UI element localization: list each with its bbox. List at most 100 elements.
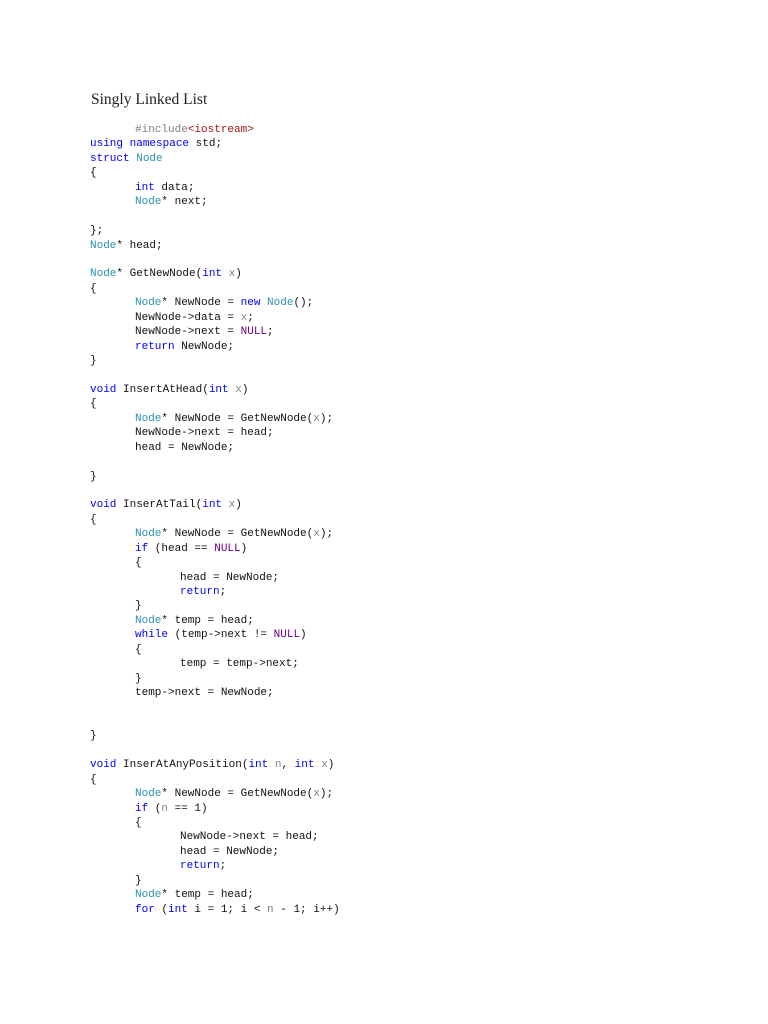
- code-token: * next;: [161, 196, 208, 209]
- code-token: int: [248, 759, 269, 772]
- code-token: {: [135, 643, 142, 656]
- code-token: NewNode->next = head;: [135, 427, 274, 440]
- code-line: {: [90, 643, 340, 657]
- code-token: * NewNode =: [161, 297, 241, 310]
- code-line: NewNode->next = head;: [90, 426, 340, 440]
- code-token: head = NewNode;: [180, 571, 280, 584]
- code-line: Node* NewNode = new Node();: [90, 296, 340, 310]
- code-token: int: [202, 268, 223, 281]
- code-token: x: [321, 759, 328, 772]
- code-token: int: [294, 759, 315, 772]
- code-token: #include: [135, 124, 188, 136]
- code-token: }: [90, 355, 97, 367]
- code-line: if (n == 1): [90, 802, 340, 816]
- code-token: );: [319, 528, 334, 541]
- code-token: x: [313, 528, 320, 541]
- code-token: );: [319, 412, 334, 425]
- code-token: while: [135, 629, 169, 642]
- code-token: ): [300, 629, 307, 642]
- code-line: Node* temp = head;: [90, 614, 340, 628]
- code-token: ): [235, 268, 242, 281]
- code-line: void InserAtAnyPosition(int n, int x): [90, 758, 340, 772]
- code-token: x: [313, 788, 320, 801]
- code-token: InserAtAnyPosition(: [116, 759, 249, 772]
- code-token: {: [90, 513, 97, 526]
- code-token: if: [135, 802, 149, 815]
- code-token: temp = temp->next;: [180, 658, 299, 671]
- code-token: return: [180, 586, 220, 598]
- code-token: Node: [90, 268, 117, 281]
- code-token: ;: [267, 326, 274, 339]
- code-block: #include<iostream> using namespace std; st…: [90, 123, 340, 917]
- code-token: }: [135, 672, 142, 685]
- code-line: void InserAtTail(int x): [90, 498, 340, 512]
- code-token: ();: [293, 297, 314, 310]
- code-line: {: [90, 513, 340, 527]
- code-token: int: [135, 181, 155, 194]
- code-line: if (head == NULL): [90, 542, 340, 556]
- code-token: Node: [135, 412, 162, 425]
- code-token: Node: [90, 239, 117, 252]
- code-line: }: [90, 599, 340, 613]
- code-line: NewNode->data = x;: [90, 311, 340, 325]
- code-token: NULL: [240, 326, 268, 339]
- code-token: Node: [135, 788, 162, 801]
- code-token: struct: [90, 152, 130, 165]
- code-token: InsertAtHead(: [116, 383, 209, 396]
- code-line: {: [90, 816, 340, 830]
- code-line: {: [90, 773, 340, 787]
- code-token: Node: [135, 196, 162, 209]
- code-line: Node* GetNewNode(int x): [90, 267, 340, 281]
- code-line: }: [90, 470, 340, 484]
- code-line: }: [90, 874, 340, 888]
- code-token: new: [240, 297, 261, 310]
- code-token: * NewNode = GetNewNode(: [161, 528, 314, 541]
- code-line: return NewNode;: [90, 340, 340, 354]
- code-token: ): [327, 759, 335, 772]
- code-token: {: [135, 557, 142, 570]
- code-line: Node* temp = head;: [90, 888, 340, 902]
- code-line: while (temp->next != NULL): [90, 628, 340, 642]
- code-line: {: [90, 282, 340, 296]
- code-token: {: [90, 398, 97, 411]
- code-token: for: [135, 903, 155, 916]
- code-token: int: [168, 903, 188, 916]
- code-token: namespace: [129, 138, 190, 151]
- code-line: temp->next = NewNode;: [90, 686, 340, 700]
- code-line: {: [90, 556, 340, 570]
- code-token: * NewNode = GetNewNode(: [161, 788, 314, 801]
- code-line: {: [90, 397, 340, 411]
- code-line: }: [90, 672, 340, 686]
- code-token: {: [90, 282, 97, 295]
- code-line: NewNode->next = head;: [90, 830, 340, 844]
- code-token: int: [202, 499, 223, 512]
- code-line: };: [90, 224, 340, 238]
- code-token: InserAtTail(: [116, 499, 203, 512]
- code-token: Node: [267, 297, 294, 310]
- code-token: * GetNewNode(: [116, 268, 203, 281]
- code-token: }: [135, 600, 142, 613]
- code-token: Node: [135, 297, 162, 310]
- code-token: NewNode->data =: [135, 311, 241, 324]
- code-line: {: [90, 166, 340, 180]
- code-token: ;: [219, 586, 227, 598]
- code-line: head = NewNode;: [90, 845, 340, 859]
- code-token: (: [154, 903, 169, 916]
- code-token: int: [208, 383, 229, 396]
- code-token: head = NewNode;: [180, 845, 280, 858]
- code-token: void: [90, 383, 117, 396]
- code-token: ): [235, 499, 242, 512]
- code-token: return: [135, 340, 175, 353]
- code-line: Node* next;: [90, 195, 340, 209]
- code-token: {: [135, 817, 142, 829]
- code-token: * NewNode = GetNewNode(: [161, 412, 314, 425]
- code-token: {: [90, 773, 97, 786]
- code-line: Node* head;: [90, 239, 340, 253]
